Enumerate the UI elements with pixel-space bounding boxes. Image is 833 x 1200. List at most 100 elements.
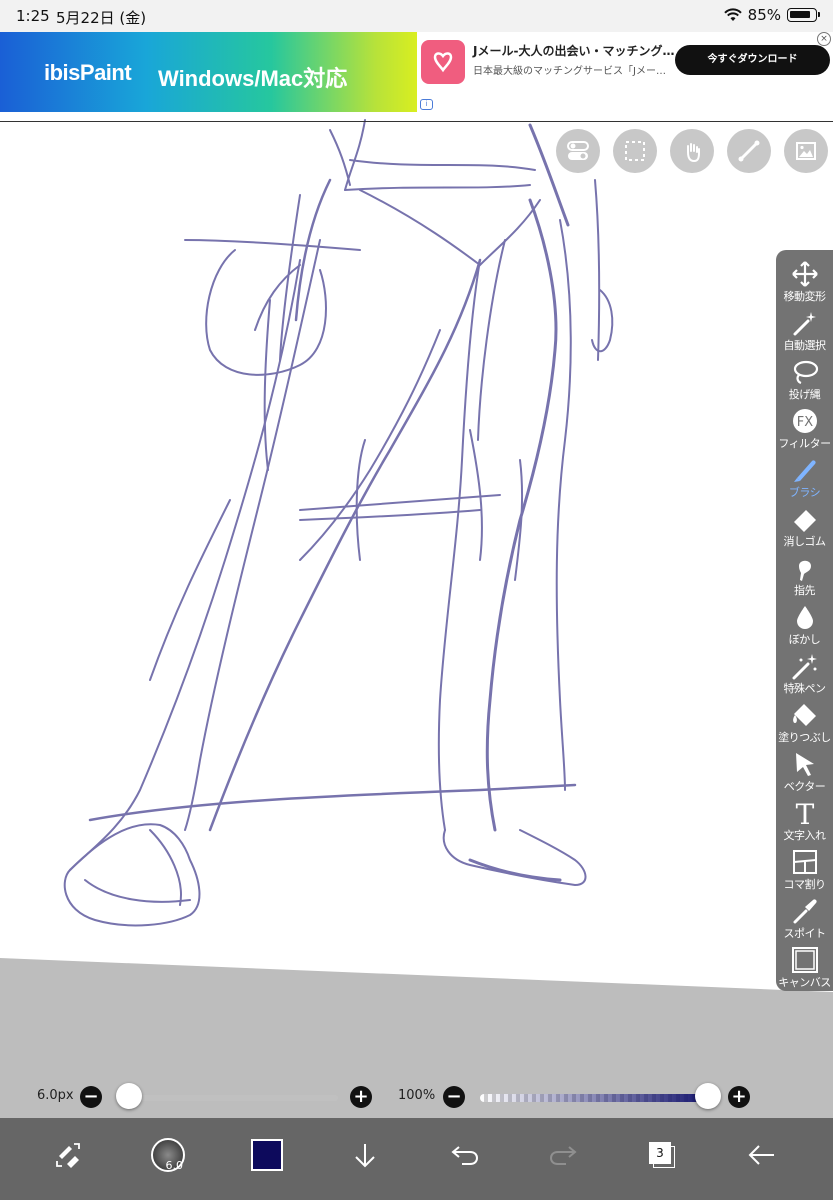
brush-size-slider[interactable] — [118, 1095, 338, 1101]
tool-finger[interactable]: 指先 — [776, 550, 833, 598]
undo-button[interactable] — [440, 1130, 490, 1180]
size-increase-button[interactable]: + — [350, 1086, 372, 1108]
layers-button[interactable]: 3 — [637, 1130, 687, 1180]
down-arrow-icon — [355, 1144, 375, 1168]
tool-eyedropper[interactable]: スポイト — [776, 893, 833, 941]
layer-count: 3 — [649, 1142, 671, 1164]
ad-bar[interactable]: ibisPaint Windows/Mac対応 Jメール-大人の出会い・マッチン… — [0, 32, 833, 112]
tool-brush[interactable]: ブラシ — [776, 452, 833, 500]
blur-icon — [796, 606, 813, 629]
brush-eraser-switch-icon — [56, 1143, 80, 1168]
color-button[interactable] — [242, 1130, 292, 1180]
selection-button[interactable] — [613, 129, 657, 173]
canvas-icon — [791, 947, 818, 973]
tool-label: ぼかし — [788, 633, 821, 646]
fill-icon — [792, 704, 816, 726]
tool-label: 消しゴム — [783, 535, 827, 548]
tool-frame-divider[interactable]: コマ割り — [776, 844, 833, 892]
vector-icon — [795, 753, 814, 776]
brush-preview-button[interactable]: 6.0 — [143, 1130, 193, 1180]
toggle-button[interactable] — [556, 129, 600, 173]
hand-icon — [687, 143, 700, 163]
brush-preview: 6.0 — [151, 1138, 185, 1172]
tool-label: コマ割り — [783, 878, 827, 891]
sketch-drawing — [0, 119, 833, 1118]
status-bar: 1:25 5月22日 (金) 85% — [0, 0, 833, 32]
finger-icon — [798, 560, 811, 581]
undo-icon — [451, 1146, 479, 1165]
tool-magic-wand[interactable]: 自動選択 — [776, 305, 833, 353]
fx-glyph: FX — [796, 415, 812, 430]
ruler-button[interactable] — [727, 129, 771, 173]
lasso-icon — [793, 360, 818, 385]
tool-label: キャンバス — [778, 976, 831, 989]
opacity-increase-button[interactable]: + — [728, 1086, 750, 1108]
brush-preview-size: 6.0 — [165, 1159, 184, 1172]
tool-label: スポイト — [783, 927, 827, 940]
back-button[interactable] — [737, 1130, 787, 1180]
brush-icon — [793, 460, 816, 482]
reference-image-icon — [796, 142, 816, 160]
frame-divider-icon — [792, 850, 817, 874]
tool-label: 移動変形 — [783, 290, 827, 303]
text-glyph: T — [795, 799, 814, 827]
redo-button[interactable] — [538, 1130, 588, 1180]
magic-wand-icon — [793, 312, 816, 336]
ad-title: Jメール-大人の出会い・マッチング… — [473, 44, 675, 58]
reference-image-button[interactable] — [784, 129, 828, 173]
status-time: 1:25 — [16, 7, 50, 25]
tool-label: ベクター — [783, 780, 826, 793]
tool-label: 特殊ペン — [783, 682, 827, 695]
back-arrow-icon — [748, 1145, 774, 1165]
ad-subtitle: 日本最大級のマッチングサービス「Jメー… — [473, 66, 666, 77]
tool-fill[interactable]: 塗りつぶし — [776, 697, 833, 745]
current-color-swatch — [251, 1139, 283, 1171]
tool-label: 投げ縄 — [788, 388, 821, 401]
slider-row: 6.0px − + 100% − + — [0, 1080, 833, 1114]
opacity-knob[interactable] — [695, 1083, 721, 1109]
tool-text[interactable]: T 文字入れ — [776, 795, 833, 843]
opacity-slider[interactable] — [480, 1094, 710, 1102]
tool-move-transform[interactable]: 移動変形 — [776, 256, 833, 304]
toggle-icon — [567, 141, 589, 160]
tool-label: 文字入れ — [783, 829, 827, 842]
ad-download-button[interactable]: 今すぐダウンロード — [675, 45, 830, 75]
ad-close-icon[interactable]: × — [817, 32, 831, 46]
tool-sidebar: 移動変形 自動選択 投げ縄 FX フィルター ブラシ 消しゴム 指先 ぼかし 特… — [776, 250, 833, 991]
bottom-toolbar: 6.0 3 — [0, 1118, 833, 1200]
size-decrease-button[interactable]: − — [80, 1086, 102, 1108]
hand-button[interactable] — [670, 129, 714, 173]
battery-icon — [787, 8, 820, 22]
tool-lasso[interactable]: 投げ縄 — [776, 354, 833, 402]
eraser-icon — [793, 510, 816, 532]
text-icon: T — [795, 799, 814, 827]
ruler-icon — [738, 140, 760, 162]
brush-size-knob[interactable] — [115, 1083, 142, 1109]
ad-banner-ibispaint[interactable]: ibisPaint Windows/Mac対応 — [0, 32, 417, 112]
tool-label: ブラシ — [788, 486, 821, 499]
drawing-canvas[interactable] — [0, 0, 833, 1200]
tool-blur[interactable]: ぼかし — [776, 599, 833, 647]
ad-jmail[interactable]: Jメール-大人の出会い・マッチング… 日本最大級のマッチングサービス「Jメー… … — [417, 32, 833, 112]
selection-icon — [625, 141, 645, 161]
tool-special-pen[interactable]: 特殊ペン — [776, 648, 833, 696]
tool-label: フィルター — [778, 437, 831, 450]
top-buttons — [556, 129, 828, 173]
tool-label: 塗りつぶし — [778, 731, 831, 744]
opacity-decrease-button[interactable]: − — [443, 1086, 465, 1108]
tool-vector[interactable]: ベクター — [776, 746, 833, 794]
tool-label: 指先 — [794, 584, 816, 597]
status-date: 5月22日 (金) — [56, 9, 147, 27]
battery-percent: 85% — [747, 6, 781, 24]
tool-canvas[interactable]: キャンバス — [776, 942, 833, 990]
ad-info-icon[interactable]: i — [420, 99, 433, 110]
opacity-label: 100% — [398, 1088, 436, 1103]
download-button[interactable] — [340, 1130, 390, 1180]
redo-icon — [549, 1146, 577, 1165]
eyedropper-icon — [793, 899, 817, 924]
tool-eraser[interactable]: 消しゴム — [776, 501, 833, 549]
special-pen-icon — [792, 654, 817, 680]
move-icon — [791, 261, 818, 287]
tool-filter[interactable]: FX フィルター — [776, 403, 833, 451]
brush-eraser-switch-button[interactable] — [43, 1130, 93, 1180]
